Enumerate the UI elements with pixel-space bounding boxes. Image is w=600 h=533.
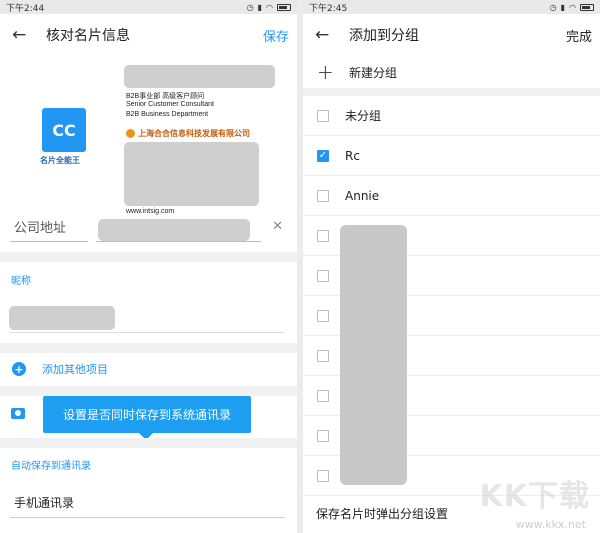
group-checkbox[interactable] <box>317 429 329 442</box>
app-logo: CC <box>42 108 86 152</box>
wifi-icon: ◠ <box>266 2 273 12</box>
card-title-line: B2B事业部 高级客户顾问 <box>126 93 205 100</box>
battery-icon <box>277 3 291 11</box>
redacted-contact-details <box>124 142 259 206</box>
watermark-url: www.kkx.net <box>515 518 586 531</box>
group-checkbox[interactable] <box>317 389 329 402</box>
done-button[interactable]: 完成 <box>566 26 592 45</box>
save-button[interactable]: 保存 <box>263 26 289 45</box>
card-website: www.intsig.com <box>126 208 175 215</box>
alarm-icon: ◷ <box>246 2 254 12</box>
group-checkbox-checked[interactable]: ✓ <box>317 149 329 162</box>
company-logo-icon <box>126 129 135 138</box>
signal-icon: ▮ <box>257 2 263 12</box>
group-row[interactable]: 未分组 <box>303 96 600 136</box>
group-checkbox[interactable] <box>317 349 329 362</box>
redacted-group-names <box>340 225 407 485</box>
group-label: Rc <box>345 148 360 163</box>
group-checkbox[interactable] <box>317 469 329 482</box>
clear-icon[interactable]: ✕ <box>272 219 283 234</box>
section-divider <box>0 252 297 262</box>
section-divider <box>0 438 297 448</box>
autosave-label: 自动保存到通讯录 <box>11 461 91 472</box>
app-bar: ← 核对名片信息 保存 <box>0 14 297 56</box>
company-name: 上海合合信息科技发展有限公司 <box>126 128 250 139</box>
field-underline <box>10 332 285 333</box>
address-field-row: 公司地址 ✕ <box>0 215 297 249</box>
page-title: 核对名片信息 <box>46 28 130 44</box>
group-row[interactable]: ✓ Rc <box>303 136 600 176</box>
app-logo-caption: 名片全能王 <box>40 156 80 165</box>
group-checkbox[interactable] <box>317 269 329 282</box>
right-screen: 下午2:45 ◷ ▮ ◠ ← 添加到分组 完成 + 新建分组 未分组 ✓ Rc … <box>303 0 600 533</box>
group-checkbox[interactable] <box>317 309 329 322</box>
back-arrow-icon[interactable]: ← <box>12 25 34 45</box>
add-more-items-label: 添加其他项目 <box>42 363 108 376</box>
section-divider <box>0 343 297 353</box>
watermark-logo: KK下载 <box>479 479 590 514</box>
business-card-preview: CC 名片全能王 B2B事业部 高级客户顾问 Senior Customer C… <box>0 56 297 221</box>
status-time: 下午2:44 <box>6 3 45 14</box>
popup-group-setting-label[interactable]: 保存名片时弹出分组设置 <box>316 505 448 522</box>
status-icons: ◷ ▮ ◠ <box>247 3 291 12</box>
signal-icon: ▮ <box>560 2 566 12</box>
field-underline <box>96 241 261 242</box>
nickname-label: 昵称 <box>11 276 31 287</box>
page-title: 添加到分组 <box>349 28 419 44</box>
group-row[interactable]: Annie <box>303 176 600 216</box>
group-list: 未分组 ✓ Rc Annie <box>303 96 600 496</box>
group-checkbox[interactable] <box>317 189 329 202</box>
field-underline <box>10 241 88 242</box>
card-title-line: Senior Customer Consultant <box>126 101 214 108</box>
add-circle-icon: + <box>12 362 26 376</box>
alarm-icon: ◷ <box>549 2 557 12</box>
status-icons: ◷ ▮ ◠ <box>550 3 594 12</box>
back-arrow-icon[interactable]: ← <box>315 25 337 45</box>
group-checkbox[interactable] <box>317 229 329 242</box>
group-checkbox[interactable] <box>317 109 329 122</box>
status-bar: 下午2:45 ◷ ▮ ◠ <box>303 0 600 14</box>
wifi-icon: ◠ <box>569 2 576 12</box>
plus-icon: + <box>317 60 334 84</box>
status-time: 下午2:45 <box>309 3 348 14</box>
redacted-nickname[interactable] <box>9 306 115 330</box>
status-bar: 下午2:44 ◷ ▮ ◠ <box>0 0 297 14</box>
field-underline <box>10 517 285 518</box>
section-divider <box>0 386 297 396</box>
card-title-line: B2B Business Department <box>126 111 209 118</box>
add-more-items-button[interactable]: + 添加其他项目 <box>0 355 297 383</box>
new-group-button[interactable]: + 新建分组 <box>303 56 600 96</box>
group-label: 未分组 <box>345 109 382 123</box>
battery-icon <box>580 3 594 11</box>
address-label[interactable]: 公司地址 <box>14 217 66 236</box>
contacts-selector[interactable]: 手机通讯录 <box>14 494 74 511</box>
company-name-text: 上海合合信息科技发展有限公司 <box>138 129 250 138</box>
sync-contacts-tooltip: 设置是否同时保存到系统通讯录 <box>43 396 251 440</box>
redacted-name <box>124 65 275 88</box>
new-group-label: 新建分组 <box>349 65 398 80</box>
group-label: Annie <box>345 188 380 203</box>
redacted-address[interactable] <box>98 219 250 241</box>
app-bar: ← 添加到分组 完成 <box>303 14 600 56</box>
left-screen: 下午2:44 ◷ ▮ ◠ ← 核对名片信息 保存 CC 名片全能王 B2B事业部… <box>0 0 297 533</box>
camera-icon[interactable] <box>11 408 25 419</box>
